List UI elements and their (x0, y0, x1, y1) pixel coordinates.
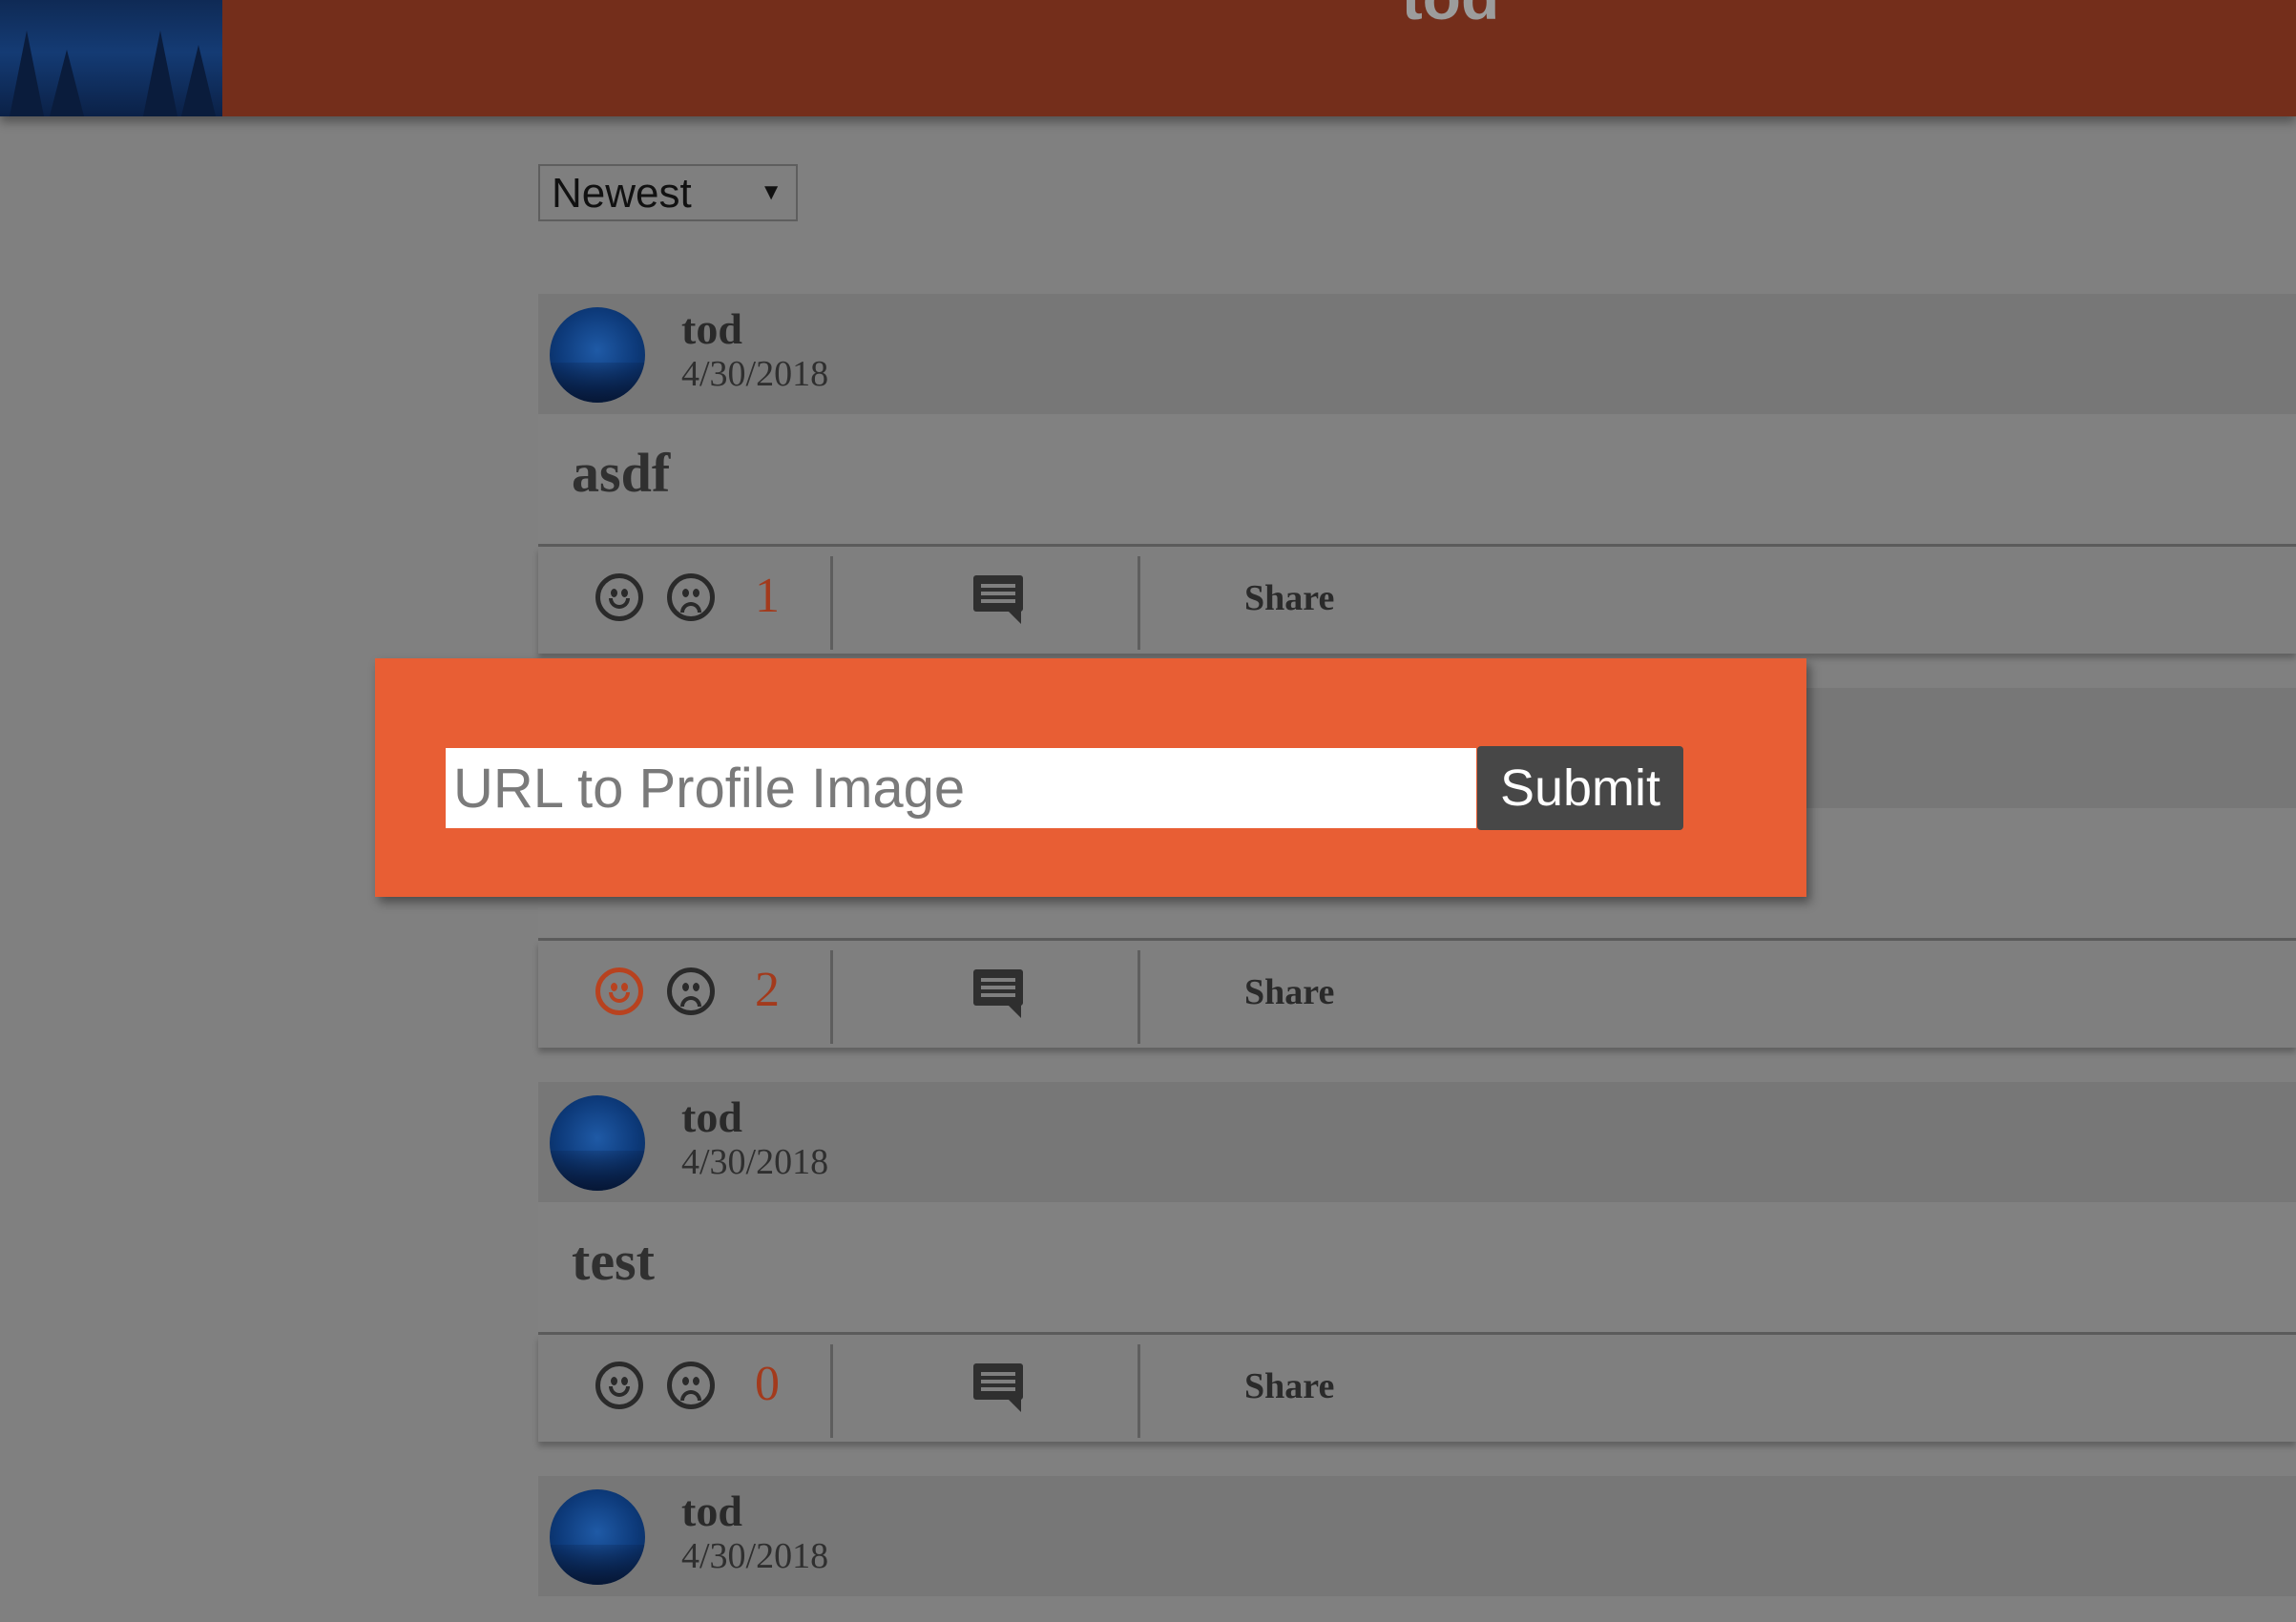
post-date: 4/30/2018 (681, 1536, 829, 1576)
comment-icon[interactable] (973, 969, 1023, 1018)
top-header: tod (0, 0, 2296, 116)
post-body: test (538, 1202, 2296, 1335)
like-smiley-icon[interactable] (595, 573, 643, 621)
profile-image-url-input[interactable] (446, 748, 1476, 828)
divider (1138, 1344, 1140, 1438)
post-actions: 1 Share (538, 547, 2296, 654)
post-header: tod 4/30/2018 (538, 294, 2296, 414)
post-actions: 0 Share (538, 1335, 2296, 1442)
comment-icon[interactable] (973, 575, 1023, 624)
post-date: 4/30/2018 (681, 1142, 829, 1182)
sort-selected-value: Newest (552, 170, 692, 217)
share-button[interactable]: Share (1244, 971, 1334, 1013)
vote-count: 0 (755, 1357, 780, 1411)
divider (830, 1344, 833, 1438)
post-text: asdf (572, 442, 671, 504)
divider (830, 950, 833, 1044)
share-button[interactable]: Share (1244, 1365, 1334, 1407)
share-button[interactable]: Share (1244, 577, 1334, 619)
divider (830, 556, 833, 650)
dislike-frown-icon[interactable] (667, 967, 715, 1015)
post-actions: 2 Share (538, 941, 2296, 1048)
avatar[interactable] (550, 307, 645, 403)
post-date: 4/30/2018 (681, 354, 829, 394)
post-author[interactable]: tod (681, 1486, 742, 1536)
post-author[interactable]: tod (681, 303, 742, 354)
sort-dropdown[interactable]: Newest ▼ (538, 164, 798, 221)
post-header: tod 4/30/2018 (538, 1476, 2296, 1596)
divider (1138, 950, 1140, 1044)
vote-count: 1 (755, 569, 780, 623)
post-text: test (572, 1230, 655, 1292)
post-header: tod 4/30/2018 (538, 1082, 2296, 1202)
post-body: asdf (538, 414, 2296, 547)
vote-count: 2 (755, 963, 780, 1017)
divider (1138, 556, 1140, 650)
like-smiley-icon[interactable] (595, 967, 643, 1015)
like-smiley-icon[interactable] (595, 1362, 643, 1409)
avatar[interactable] (550, 1489, 645, 1585)
avatar[interactable] (550, 1095, 645, 1191)
comment-icon[interactable] (973, 1363, 1023, 1412)
post-author[interactable]: tod (681, 1092, 742, 1142)
dislike-frown-icon[interactable] (667, 573, 715, 621)
profile-username-title: tod (1374, 0, 1527, 31)
profile-image-modal: Submit (375, 658, 1806, 897)
dropdown-arrow-icon: ▼ (760, 179, 783, 205)
submit-button[interactable]: Submit (1477, 746, 1683, 830)
header-profile-photo[interactable] (0, 0, 222, 116)
dislike-frown-icon[interactable] (667, 1362, 715, 1409)
